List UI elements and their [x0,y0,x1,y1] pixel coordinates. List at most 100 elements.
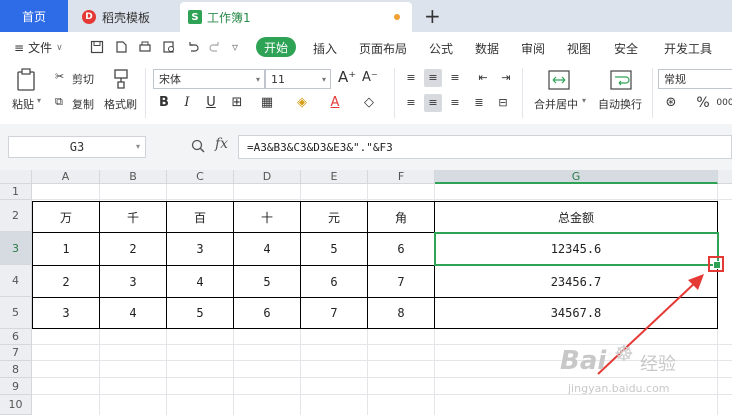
font-color-icon[interactable]: A [326,94,344,112]
cell-a5[interactable]: 3 [33,298,99,328]
decrease-font-icon[interactable]: A⁻ [362,70,378,85]
row-header-1[interactable]: 1 [0,184,32,200]
menu-formula[interactable]: 公式 [429,40,453,57]
column-header-a[interactable]: A [32,170,100,184]
cell-d4[interactable]: 5 [234,266,300,297]
zoom-icon[interactable] [191,139,205,153]
cell-e2[interactable]: 元 [301,202,367,232]
cell-f3[interactable]: 6 [368,233,434,265]
paste-button[interactable]: 粘贴 [12,96,34,112]
format-painter-icon[interactable] [111,68,131,90]
align-left-icon[interactable]: ≡ [402,94,420,112]
cell-e4[interactable]: 6 [301,266,367,297]
font-size-select[interactable]: 11 ▾ [265,69,331,89]
cell-b5[interactable]: 4 [100,298,166,328]
menu-page-layout[interactable]: 页面布局 [359,40,407,57]
new-tab-button[interactable]: + [424,4,441,28]
cell-a3[interactable]: 1 [33,233,99,265]
menu-start-tab[interactable]: 开始 [256,37,296,57]
row-header-9[interactable]: 9 [0,378,32,395]
number-format-select[interactable]: 常规 [658,69,732,89]
distributed-icon[interactable]: ⊟ [494,94,512,112]
cell-b3[interactable]: 2 [100,233,166,265]
select-all-corner[interactable] [0,170,32,184]
increase-indent-icon[interactable]: ⇥ [497,69,515,87]
cell-e5[interactable]: 7 [301,298,367,328]
quick-access-more-icon[interactable]: ▿ [232,40,238,54]
row-header-6[interactable]: 6 [0,329,32,345]
cell-c2[interactable]: 百 [167,202,233,232]
cell-b4[interactable]: 3 [100,266,166,297]
cell-d3[interactable]: 4 [234,233,300,265]
format-painter-button[interactable]: 格式刷 [104,96,137,112]
export-pdf-icon[interactable] [114,40,128,54]
paste-dropdown-icon[interactable]: ▾ [37,96,41,105]
cell-a4[interactable]: 2 [33,266,99,297]
cell-f2[interactable]: 角 [368,202,434,232]
column-header-next[interactable] [718,170,732,184]
cell-b2[interactable]: 千 [100,202,166,232]
menu-data[interactable]: 数据 [475,40,499,57]
column-header-b[interactable]: B [100,170,167,184]
save-icon[interactable] [90,40,104,54]
cell-c5[interactable]: 5 [167,298,233,328]
fill-pattern-icon[interactable]: ▦ [258,94,276,112]
merge-dropdown-icon[interactable]: ▾ [582,96,586,105]
percent-button[interactable]: % [694,94,712,112]
font-name-select[interactable]: 宋体 ▾ [153,69,265,89]
chevron-down-icon[interactable]: ▾ [136,142,140,151]
row-header-5[interactable]: 5 [0,297,32,329]
currency-icon[interactable]: ⊛ [662,94,680,112]
name-box[interactable]: G3 [8,136,146,158]
cell-c3[interactable]: 3 [167,233,233,265]
cell-d2[interactable]: 十 [234,202,300,232]
cut-button[interactable]: 剪切 [72,71,94,87]
row-header-7[interactable]: 7 [0,345,32,361]
auto-wrap-button[interactable]: 自动换行 [598,96,642,112]
decrease-indent-icon[interactable]: ⇤ [474,69,492,87]
underline-button[interactable]: U [202,94,220,112]
menu-developer[interactable]: 开发工具 [664,40,712,57]
borders-icon[interactable]: ⊞ [228,94,246,112]
row-header-8[interactable]: 8 [0,361,32,378]
clear-format-icon[interactable]: ◇ [360,94,378,112]
bold-button[interactable]: B [155,94,173,112]
row-header-3[interactable]: 3 [0,232,32,265]
spreadsheet-grid[interactable]: A B C D E F G 1 2 3 4 5 6 7 8 9 10 万 千 百… [0,170,732,415]
row-header-2[interactable]: 2 [0,200,32,232]
menu-view[interactable]: 视图 [567,40,591,57]
menu-insert[interactable]: 插入 [313,40,337,57]
redo-icon[interactable] [208,40,222,54]
cell-g2[interactable]: 总金额 [435,202,717,232]
cell-d5[interactable]: 6 [234,298,300,328]
menu-review[interactable]: 审阅 [521,40,545,57]
merge-center-button[interactable]: 合并居中 [534,96,578,112]
align-middle-icon[interactable]: ≡ [424,69,442,87]
copy-button[interactable]: 复制 [72,96,94,112]
file-menu[interactable]: ≡ 文件 ∨ [14,39,63,56]
print-icon[interactable] [138,40,152,54]
cell-c4[interactable]: 4 [167,266,233,297]
thousands-separator-icon[interactable]: 000 [716,94,732,112]
merge-center-icon[interactable] [548,70,570,90]
menu-security[interactable]: 安全 [614,40,638,57]
align-bottom-icon[interactable]: ≡ [446,69,464,87]
column-header-f[interactable]: F [368,170,435,184]
tab-template[interactable]: D 稻壳模板 [70,2,178,32]
align-center-icon[interactable]: ≡ [424,94,442,112]
align-right-icon[interactable]: ≡ [446,94,464,112]
fill-color-icon[interactable]: ◈ [293,94,311,112]
tab-home[interactable]: 首页 [0,0,68,32]
column-header-d[interactable]: D [234,170,301,184]
column-header-e[interactable]: E [301,170,368,184]
row-header-4[interactable]: 4 [0,265,32,297]
row-header-10[interactable]: 10 [0,395,32,415]
increase-font-icon[interactable]: A⁺ [338,68,356,86]
column-header-c[interactable]: C [167,170,234,184]
formula-input[interactable]: =A3&B3&C3&D3&E3&"."&F3 [238,135,732,159]
align-top-icon[interactable]: ≡ [402,69,420,87]
cell-f4[interactable]: 7 [368,266,434,297]
cell-e3[interactable]: 5 [301,233,367,265]
print-preview-icon[interactable] [162,40,176,54]
column-header-g[interactable]: G [435,170,718,184]
